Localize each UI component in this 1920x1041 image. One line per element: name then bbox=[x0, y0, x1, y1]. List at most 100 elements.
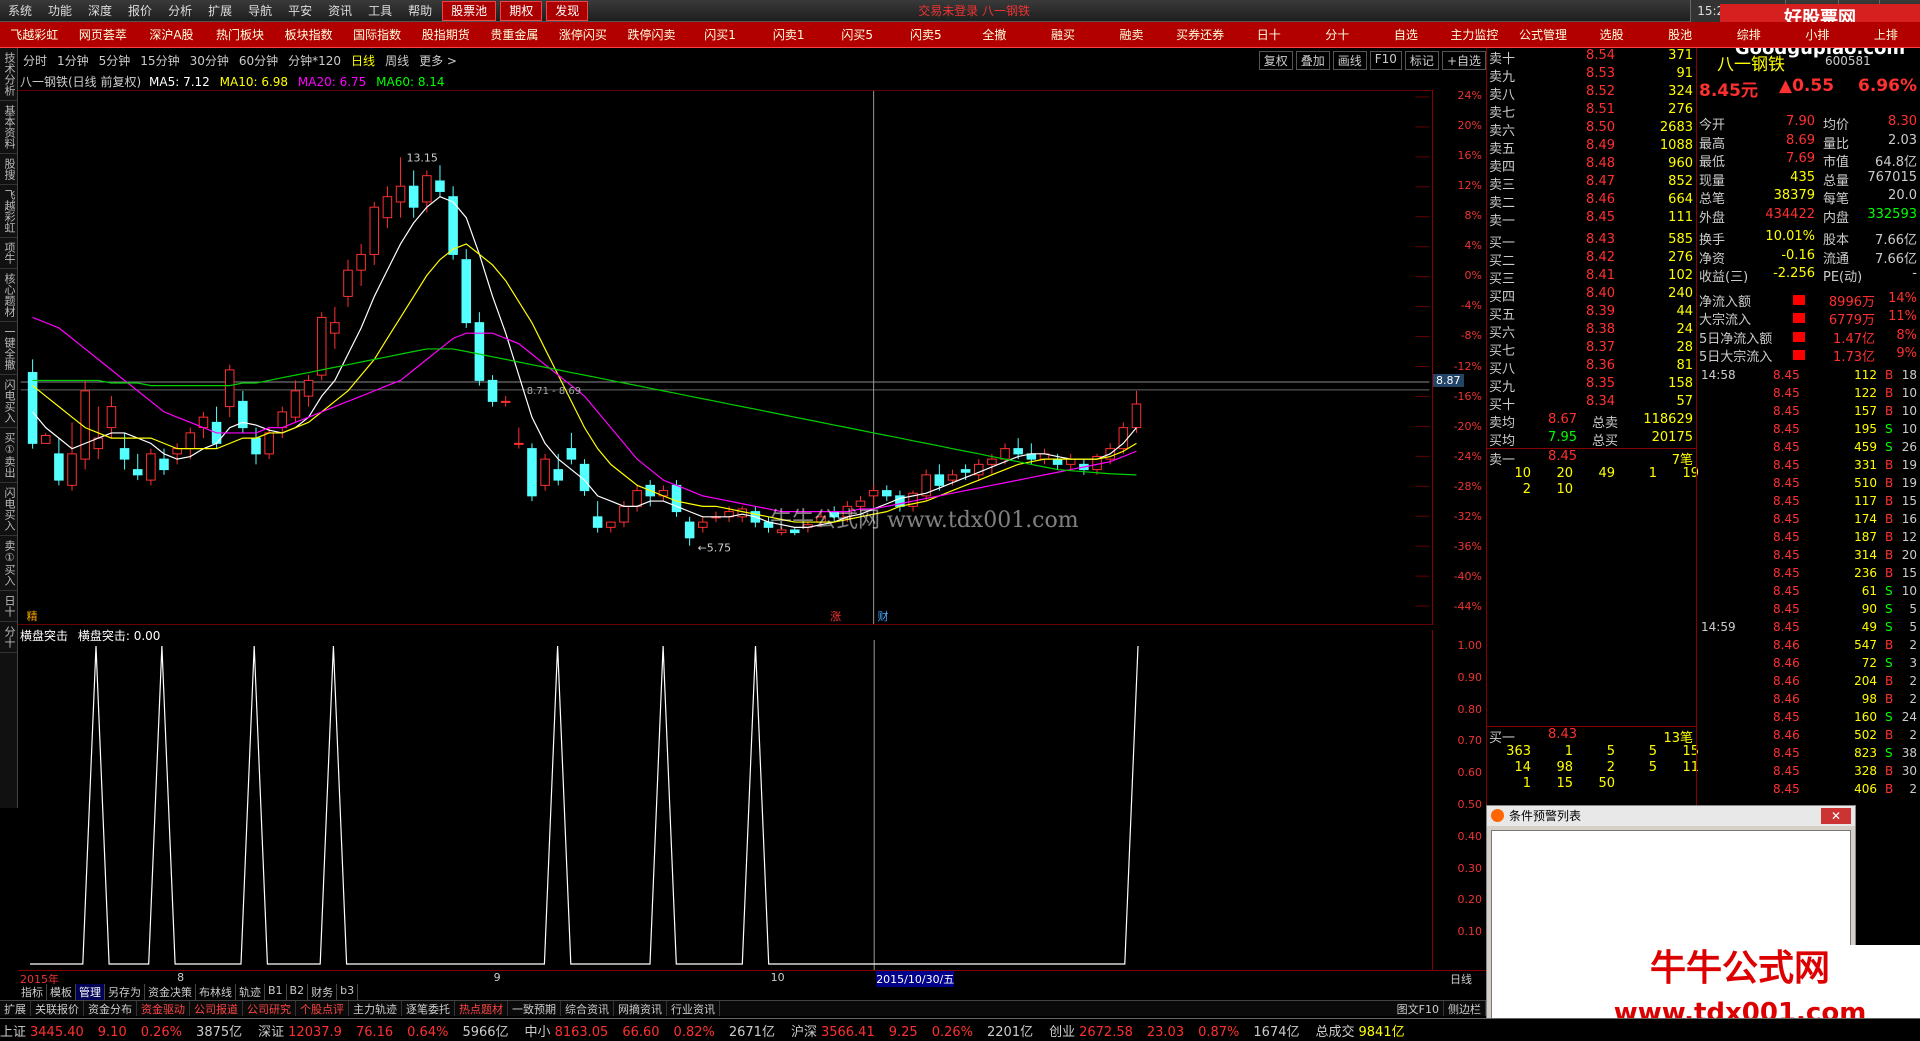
toolbar-button-9[interactable]: 跌停闪卖 bbox=[617, 26, 686, 43]
menu-item-5[interactable]: 扩展 bbox=[200, 0, 240, 22]
toolbar-button-12[interactable]: 闪买5 bbox=[823, 26, 892, 43]
toolbar-button-0[interactable]: 飞越彩虹 bbox=[0, 26, 69, 43]
info-tab-2[interactable]: 资金分布 bbox=[84, 1001, 137, 1016]
indicator-tab-6[interactable]: 轨迹 bbox=[236, 984, 265, 1000]
sidebar-tab-8[interactable]: 买①卖出 bbox=[0, 428, 17, 483]
indicator-tab-1[interactable]: 模板 bbox=[47, 984, 76, 1000]
period-3[interactable]: 15分钟 bbox=[135, 52, 184, 69]
chart-tool-4[interactable]: 标记 bbox=[1404, 50, 1439, 70]
period-9[interactable]: 更多 > bbox=[414, 52, 462, 69]
toolbar-button-22[interactable]: 公式管理 bbox=[1509, 26, 1578, 43]
info-tab-5[interactable]: 公司研究 bbox=[243, 1001, 296, 1016]
close-icon[interactable]: ✕ bbox=[1821, 808, 1851, 824]
indicator-tab-9[interactable]: 财务 bbox=[308, 984, 338, 1000]
indicator-tab-0[interactable]: 指标 bbox=[18, 984, 47, 1000]
period-5[interactable]: 60分钟 bbox=[234, 52, 283, 69]
toolbar-button-1[interactable]: 网页荟萃 bbox=[69, 26, 138, 43]
info-tab-12[interactable]: 网摘资讯 bbox=[614, 1001, 667, 1016]
toolbar-button-25[interactable]: 综排 bbox=[1714, 26, 1783, 43]
toolbar-button-27[interactable]: 上排 bbox=[1852, 26, 1920, 43]
info-right-0[interactable]: 图文F10 bbox=[1393, 1001, 1444, 1016]
menu-item-0[interactable]: 系统 bbox=[0, 0, 40, 22]
info-tab-6[interactable]: 个股点评 bbox=[296, 1001, 349, 1016]
period-7[interactable]: 日线 bbox=[346, 52, 380, 69]
toolbar-button-20[interactable]: 自选 bbox=[1372, 26, 1441, 43]
toolbar-button-10[interactable]: 闪买1 bbox=[686, 26, 755, 43]
index-item-5[interactable]: 总成交 9841亿 bbox=[1316, 1021, 1419, 1040]
indicator-tab-7[interactable]: B1 bbox=[265, 984, 287, 1000]
index-item-1[interactable]: 深证 12037.9 76.16 0.64% 5966亿 bbox=[258, 1021, 514, 1040]
toolbar-button-7[interactable]: 贵重金属 bbox=[480, 26, 549, 43]
info-tab-0[interactable]: 扩展 bbox=[0, 1001, 31, 1016]
sidebar-tab-2[interactable]: 股搜 bbox=[0, 154, 17, 185]
toolbar-button-2[interactable]: 深沪A股 bbox=[137, 26, 206, 43]
menu-item-4[interactable]: 分析 bbox=[160, 0, 200, 22]
sidebar-tab-4[interactable]: 项牛 bbox=[0, 238, 17, 269]
indicator-tab-3[interactable]: 另存为 bbox=[105, 984, 145, 1000]
info-right-1[interactable]: 侧边栏 bbox=[1444, 1001, 1486, 1016]
indicator-tab-10[interactable]: b3 bbox=[337, 984, 359, 1000]
toolbar-button-3[interactable]: 热门板块 bbox=[206, 26, 275, 43]
toolbar-button-15[interactable]: 融买 bbox=[1029, 26, 1098, 43]
period-1[interactable]: 1分钟 bbox=[52, 52, 94, 69]
toolbar-button-19[interactable]: 分十 bbox=[1303, 26, 1372, 43]
info-tab-4[interactable]: 公司报道 bbox=[190, 1001, 243, 1016]
toolbar-button-11[interactable]: 闪卖1 bbox=[754, 26, 823, 43]
sidebar-tab-9[interactable]: 闪电买入 bbox=[0, 483, 17, 536]
menu-item-1[interactable]: 功能 bbox=[40, 0, 80, 22]
menu-item-9[interactable]: 工具 bbox=[360, 0, 400, 22]
index-item-2[interactable]: 中小 8163.05 66.60 0.82% 2671亿 bbox=[525, 1021, 781, 1040]
menu-item-8[interactable]: 资讯 bbox=[320, 0, 360, 22]
index-item-3[interactable]: 沪深 3566.41 9.25 0.26% 2201亿 bbox=[791, 1021, 1039, 1040]
menu-item-7[interactable]: 平安 bbox=[280, 0, 320, 22]
toolbar-button-5[interactable]: 国际指数 bbox=[343, 26, 412, 43]
chart-tool-5[interactable]: +自选 bbox=[1441, 50, 1486, 70]
index-item-0[interactable]: 上证 3445.40 9.10 0.26% 3875亿 bbox=[0, 1021, 248, 1040]
toolbar-button-18[interactable]: 日十 bbox=[1234, 26, 1303, 43]
indicator-tab-8[interactable]: B2 bbox=[287, 984, 309, 1000]
period-6[interactable]: 分钟*120 bbox=[283, 52, 346, 69]
toolbar-button-23[interactable]: 选股 bbox=[1577, 26, 1646, 43]
sidebar-tab-1[interactable]: 基本资料 bbox=[0, 101, 17, 154]
indicator-tab-2[interactable]: 管理 bbox=[76, 984, 105, 1000]
sidebar-tab-11[interactable]: 日十 bbox=[0, 591, 17, 622]
info-tab-10[interactable]: 一致预期 bbox=[508, 1001, 561, 1016]
info-tab-1[interactable]: 关联报价 bbox=[31, 1001, 84, 1016]
menu-item-6[interactable]: 导航 bbox=[240, 0, 280, 22]
toolbar-button-14[interactable]: 全撤 bbox=[960, 26, 1029, 43]
kline-chart[interactable]: 13.15 ←5.75 8.71 - 8.69 涨 财 精 bbox=[18, 90, 1432, 625]
toolbar-button-26[interactable]: 小排 bbox=[1783, 26, 1852, 43]
toolbar-button-21[interactable]: 主力监控 bbox=[1440, 26, 1509, 43]
sidebar-tab-5[interactable]: 核心题材 bbox=[0, 269, 17, 322]
indicator-tab-4[interactable]: 资金决策 bbox=[145, 984, 196, 1000]
toolbar-button-4[interactable]: 板块指数 bbox=[274, 26, 343, 43]
info-tab-7[interactable]: 主力轨迹 bbox=[349, 1001, 402, 1016]
period-8[interactable]: 周线 bbox=[380, 52, 414, 69]
menu-highlight-0[interactable]: 股票池 bbox=[442, 0, 497, 21]
chart-tool-1[interactable]: 叠加 bbox=[1295, 50, 1330, 70]
indicator-chart[interactable] bbox=[18, 640, 1432, 970]
menu-item-10[interactable]: 帮助 bbox=[400, 0, 440, 22]
chart-tool-3[interactable]: F10 bbox=[1369, 50, 1402, 70]
sidebar-tab-10[interactable]: 卖①买入 bbox=[0, 536, 17, 591]
toolbar-button-17[interactable]: 买券还券 bbox=[1166, 26, 1235, 43]
period-4[interactable]: 30分钟 bbox=[185, 52, 234, 69]
toolbar-button-13[interactable]: 闪卖5 bbox=[892, 26, 961, 43]
toolbar-button-6[interactable]: 股指期货 bbox=[411, 26, 480, 43]
period-0[interactable]: 分时 bbox=[18, 52, 52, 69]
toolbar-button-16[interactable]: 融卖 bbox=[1097, 26, 1166, 43]
index-item-4[interactable]: 创业 2672.58 23.03 0.87% 1674亿 bbox=[1049, 1021, 1305, 1040]
sidebar-tab-12[interactable]: 分十 bbox=[0, 622, 17, 653]
menu-item-2[interactable]: 深度 bbox=[80, 0, 120, 22]
chart-tool-0[interactable]: 复权 bbox=[1258, 50, 1293, 70]
indicator-tab-5[interactable]: 布林线 bbox=[196, 984, 236, 1000]
info-tab-13[interactable]: 行业资讯 bbox=[667, 1001, 720, 1016]
toolbar-button-24[interactable]: 股池 bbox=[1646, 26, 1715, 43]
info-tab-11[interactable]: 综合资讯 bbox=[561, 1001, 614, 1016]
period-2[interactable]: 5分钟 bbox=[94, 52, 136, 69]
info-tab-8[interactable]: 逐笔委托 bbox=[402, 1001, 455, 1016]
menu-item-3[interactable]: 报价 bbox=[120, 0, 160, 22]
menu-highlight-1[interactable]: 期权 bbox=[500, 0, 543, 21]
info-tab-3[interactable]: 资金驱动 bbox=[137, 1001, 190, 1016]
menu-highlight-2[interactable]: 发现 bbox=[546, 0, 589, 21]
